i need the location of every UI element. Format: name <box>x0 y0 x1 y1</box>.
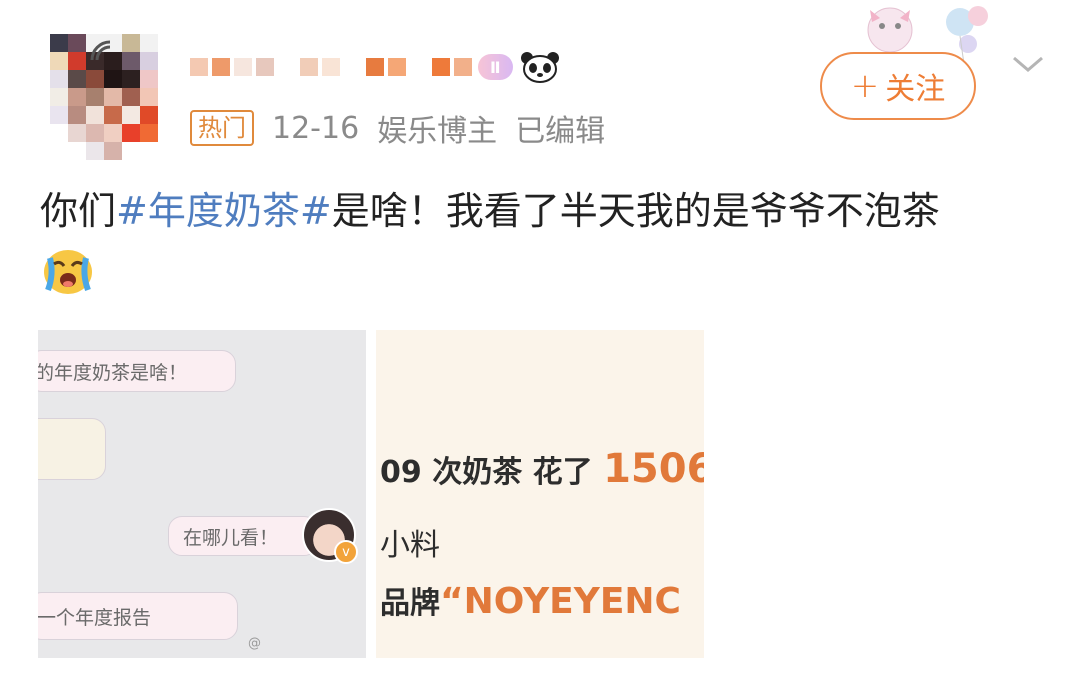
report-toppings-text: 小料 <box>380 528 440 563</box>
post-body: 你们#年度奶茶#是啥！我看了半天我的是爷爷不泡茶 <box>40 184 1050 296</box>
member-level-label: Ⅱ <box>490 57 501 77</box>
chat-bubble: 一个年度报告 <box>38 592 238 640</box>
hot-tag[interactable]: 热门 <box>190 110 254 146</box>
weibo-post: Ⅱ 热门 12-16 娱乐博主 已编辑 + 关注 你们#年度奶茶#是啥！我看了半… <box>0 0 1080 678</box>
follow-button[interactable]: + 关注 <box>820 52 976 120</box>
watermark-text: @ <box>248 636 261 651</box>
chat-bubble: 在哪儿看！ <box>168 516 318 556</box>
edited-label[interactable]: 已编辑 <box>515 106 605 150</box>
report-count-text: 09 次奶茶 花了 <box>380 455 593 490</box>
report-line-brand: 品牌“NOYEYENC <box>380 578 681 622</box>
crying-emoji-icon <box>44 250 92 294</box>
topic-link[interactable]: #年度奶茶# <box>116 189 332 233</box>
post-text-prefix: 你们 <box>40 189 117 233</box>
verified-badge-icon: v <box>334 540 358 564</box>
chat-bubble-text: 在哪儿看！ <box>183 526 279 549</box>
report-brand-prefix: 品牌 <box>380 586 440 621</box>
chat-bubble: 的年度奶茶是啥！ <box>38 350 236 392</box>
report-line-count: 09 次奶茶 花了 1506 <box>380 446 704 492</box>
post-date: 12-16 <box>272 110 360 146</box>
plus-icon: + <box>850 66 880 106</box>
report-brand-name: “NOYEYENC <box>440 581 681 622</box>
chat-bubble <box>38 418 106 480</box>
post-text-suffix: 是啥！我看了半天我的是爷爷不泡茶 <box>331 189 940 233</box>
image-watermark: @ <box>248 636 261 651</box>
member-level-badge[interactable]: Ⅱ <box>478 54 513 80</box>
user-avatar[interactable] <box>40 22 170 162</box>
chevron-down-icon[interactable] <box>1010 52 1046 76</box>
post-image-2[interactable]: 09 次奶茶 花了 1506 小料 品牌“NOYEYENC <box>376 330 704 658</box>
username-mosaic <box>190 58 472 76</box>
post-image-1[interactable]: 的年度奶茶是啥！ 在哪儿看！ v 一个年度报告 @ <box>38 330 366 658</box>
post-meta: 热门 12-16 娱乐博主 已编辑 <box>190 106 605 150</box>
chat-bubble-text: 的年度奶茶是啥！ <box>38 361 188 384</box>
user-type: 娱乐博主 <box>377 114 498 149</box>
panda-icon <box>520 52 559 83</box>
chat-bubble-text: 一个年度报告 <box>38 606 152 629</box>
report-line-toppings: 小料 <box>380 520 440 564</box>
report-amount: 1506 <box>603 446 704 492</box>
live-arc-icon <box>90 40 111 61</box>
follow-label: 关注 <box>885 72 946 107</box>
username[interactable]: Ⅱ <box>190 50 561 84</box>
